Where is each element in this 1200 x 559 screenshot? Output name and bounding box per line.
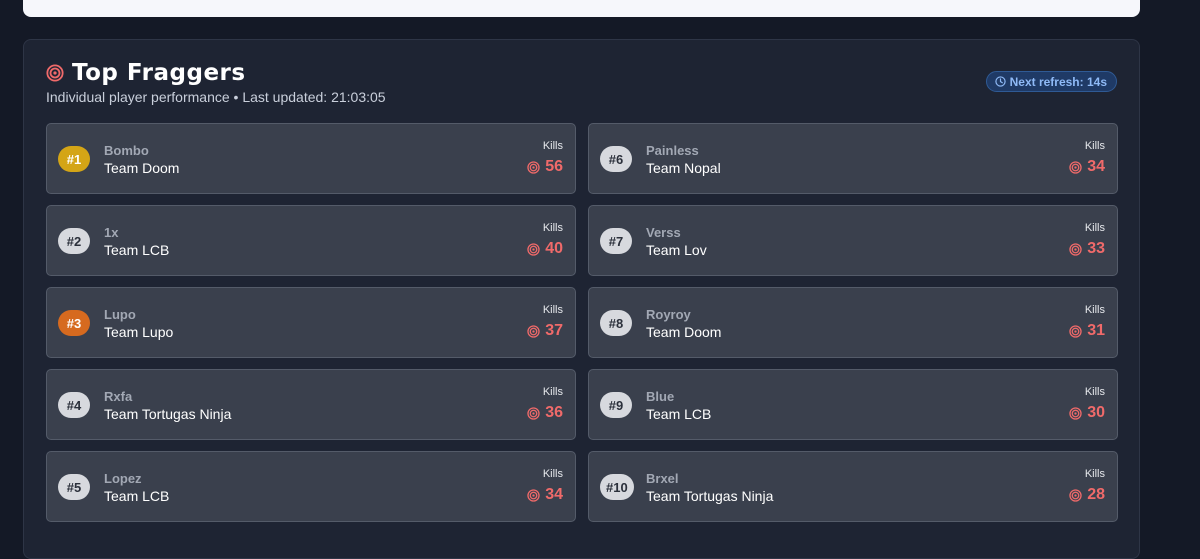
kills-count: 34: [527, 486, 563, 504]
kills-count: 31: [1069, 322, 1105, 340]
kills-label: Kills: [1084, 386, 1105, 398]
kills-label: Kills: [1084, 304, 1105, 316]
player-card[interactable]: #5 Lopez Team LCB Kills 34: [46, 451, 576, 522]
target-icon: [46, 64, 64, 82]
kills-label: Kills: [542, 304, 563, 316]
rank-badge: #8: [600, 310, 632, 336]
target-icon: [527, 406, 540, 420]
player-name: Royroy: [646, 307, 691, 322]
kills-count: 28: [1069, 486, 1105, 504]
target-icon: [1069, 242, 1082, 256]
panel-header: Top Fraggers Individual player performan…: [46, 60, 386, 105]
kills-value: 33: [1087, 240, 1105, 257]
clock-icon: [994, 76, 1006, 87]
player-team: Team Nopal: [646, 160, 721, 176]
player-card[interactable]: #10 Brxel Team Tortugas Ninja Kills 28: [588, 451, 1118, 522]
next-refresh-badge: Next refresh: 14s: [985, 71, 1117, 92]
target-icon: [527, 488, 540, 502]
player-name: Blue: [646, 389, 675, 404]
top-fraggers-panel: Top Fraggers Individual player performan…: [23, 39, 1140, 559]
target-icon: [1069, 160, 1082, 174]
target-icon: [527, 324, 540, 338]
kills-count: 36: [527, 404, 563, 422]
player-team: Team LCB: [104, 488, 170, 504]
rank-badge: #7: [600, 228, 632, 254]
target-icon: [527, 160, 540, 174]
kills-value: 36: [545, 404, 563, 421]
player-card[interactable]: #4 Rxfa Team Tortugas Ninja Kills 36: [46, 369, 576, 440]
player-card[interactable]: #7 Verss Team Lov Kills 33: [588, 205, 1118, 276]
target-icon: [1069, 406, 1082, 420]
player-team: Team Tortugas Ninja: [104, 406, 232, 422]
player-team: Team Tortugas Ninja: [646, 488, 774, 504]
player-name: Verss: [646, 225, 681, 240]
kills-count: 56: [527, 158, 563, 176]
player-team: Team Lov: [646, 242, 707, 258]
kills-count: 33: [1069, 240, 1105, 258]
kills-value: 37: [545, 322, 563, 339]
rank-badge: #5: [58, 474, 90, 500]
rank-badge: #6: [600, 146, 632, 172]
rank-badge: #9: [600, 392, 632, 418]
player-name: Painless: [646, 143, 699, 158]
kills-count: 34: [1069, 158, 1105, 176]
player-team: Team Lupo: [104, 324, 174, 340]
rank-badge: #2: [58, 228, 90, 254]
target-icon: [1069, 324, 1082, 338]
player-name: Lupo: [104, 307, 136, 322]
kills-count: 30: [1069, 404, 1105, 422]
kills-count: 37: [527, 322, 563, 340]
player-team: Team Doom: [104, 160, 180, 176]
kills-value: 34: [1087, 158, 1105, 175]
kills-value: 30: [1087, 404, 1105, 421]
next-refresh-label: Next refresh: 14s: [1009, 74, 1107, 89]
player-name: Bombo: [104, 143, 149, 158]
player-team: Team Doom: [646, 324, 722, 340]
kills-value: 34: [545, 486, 563, 503]
kills-count: 40: [527, 240, 563, 258]
kills-label: Kills: [542, 386, 563, 398]
player-card[interactable]: #9 Blue Team LCB Kills 30: [588, 369, 1118, 440]
target-icon: [527, 242, 540, 256]
player-card[interactable]: #2 1x Team LCB Kills 40: [46, 205, 576, 276]
rank-badge: #1: [58, 146, 90, 172]
player-name: 1x: [104, 225, 119, 240]
player-team: Team LCB: [646, 406, 712, 422]
rank-badge: #4: [58, 392, 90, 418]
player-card[interactable]: #6 Painless Team Nopal Kills 34: [588, 123, 1118, 194]
target-icon: [1069, 488, 1082, 502]
kills-label: Kills: [542, 140, 563, 152]
kills-label: Kills: [542, 468, 563, 480]
player-card[interactable]: #3 Lupo Team Lupo Kills 37: [46, 287, 576, 358]
kills-label: Kills: [542, 222, 563, 234]
section-title: Top Fraggers: [72, 60, 246, 86]
player-card[interactable]: #1 Bombo Team Doom Kills 56: [46, 123, 576, 194]
kills-value: 40: [545, 240, 563, 257]
kills-value: 56: [545, 158, 563, 175]
player-card[interactable]: #8 Royroy Team Doom Kills 31: [588, 287, 1118, 358]
player-name: Lopez: [104, 471, 142, 486]
kills-label: Kills: [1084, 468, 1105, 480]
player-team: Team LCB: [104, 242, 170, 258]
kills-value: 31: [1087, 322, 1105, 339]
player-name: Rxfa: [104, 389, 133, 404]
rank-badge: #10: [600, 474, 634, 500]
top-banner: [23, 0, 1140, 17]
rank-badge: #3: [58, 310, 90, 336]
player-grid: #1 Bombo Team Doom Kills 56 #6 Painless Team No…: [46, 123, 1118, 522]
title-row: Top Fraggers: [46, 60, 386, 86]
player-name: Brxel: [646, 471, 679, 486]
kills-label: Kills: [1084, 222, 1105, 234]
kills-label: Kills: [1084, 140, 1105, 152]
section-subtitle: Individual player performance • Last upd…: [46, 89, 386, 105]
kills-value: 28: [1087, 486, 1105, 503]
